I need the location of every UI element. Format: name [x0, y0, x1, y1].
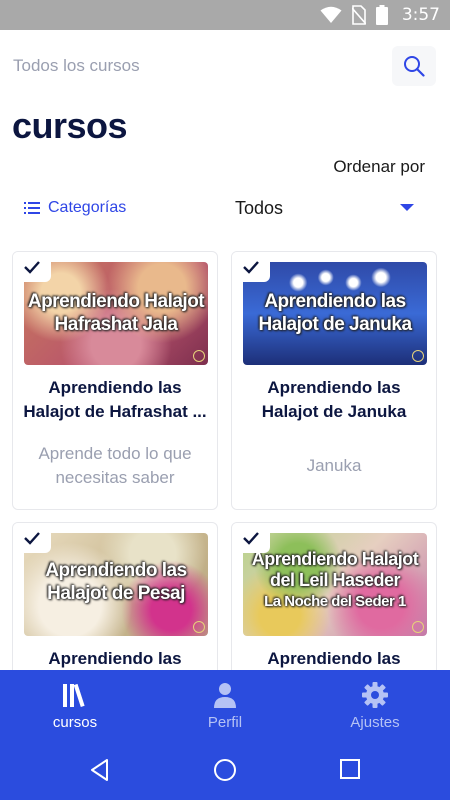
course-thumbnail: Aprendiendo Halajot del Leil Haseder La … [243, 533, 427, 636]
search-button[interactable] [392, 46, 436, 86]
thumb-line: Halajot de Pesaj [47, 583, 185, 604]
thumb-line: Aprendiendo Halajot [251, 549, 419, 569]
nav-label: Perfil [207, 714, 243, 731]
filter-dropdown[interactable]: Todos [235, 196, 420, 220]
course-thumbnail: Aprendiendo las Halajot de Januka [243, 262, 427, 365]
back-icon[interactable] [88, 758, 112, 782]
course-title: Aprendiendo las Halajot de Januka [261, 378, 407, 421]
course-thumbnail: Aprendiendo Halajot Hafrashat Jala [24, 262, 208, 365]
clock-icon [193, 621, 205, 633]
gear-icon [362, 682, 388, 708]
status-icons: 3:57 [320, 4, 440, 26]
system-navigation-bar [0, 740, 450, 800]
status-bar: 3:57 [0, 0, 450, 30]
course-card[interactable]: Aprendiendo Halajot Hafrashat Jala Apren… [12, 251, 218, 510]
all-courses-label[interactable]: Todos los cursos [13, 56, 140, 76]
course-description: Aprende todo lo que necesitas saber [38, 444, 192, 487]
nav-label: cursos [52, 714, 98, 731]
thumb-line: Aprendiendo las [264, 291, 406, 312]
wifi-icon [320, 6, 342, 23]
nav-item-ajustes[interactable]: Ajustes [300, 670, 450, 740]
sort-by-label: Ordenar por [333, 157, 425, 176]
checkmark-icon [232, 252, 270, 282]
top-header: Todos los cursos [0, 30, 450, 102]
nav-item-perfil[interactable]: Perfil [150, 670, 300, 740]
clock-icon [412, 621, 424, 633]
course-title: Aprendiendo las [267, 649, 401, 668]
course-title: Aprendiendo las Halajot de Hafrashat ... [23, 378, 207, 421]
search-icon [404, 56, 425, 77]
thumb-line: Hafrashat Jala [54, 314, 178, 335]
list-icon [24, 202, 40, 214]
nav-item-cursos[interactable]: cursos [0, 670, 150, 740]
course-description: Januka [306, 456, 362, 475]
clock-icon [412, 350, 424, 362]
categories-button[interactable]: Categorías [24, 197, 126, 219]
home-icon[interactable] [213, 758, 237, 782]
checkmark-icon [13, 252, 51, 282]
course-thumbnail: Aprendiendo las Halajot de Pesaj [24, 533, 208, 636]
battery-icon [375, 5, 388, 25]
checkmark-icon [232, 523, 270, 553]
checkmark-icon [13, 523, 51, 553]
thumb-line: Halajot de Januka [258, 314, 412, 335]
status-time: 3:57 [401, 5, 440, 25]
course-title: Aprendiendo las [48, 649, 182, 668]
nav-label: Ajustes [350, 714, 400, 731]
recents-icon[interactable] [339, 758, 361, 780]
thumb-line: Aprendiendo Halajot [27, 291, 205, 312]
course-card[interactable]: Aprendiendo las Halajot de Januka Aprend… [231, 251, 437, 510]
clock-icon [193, 350, 205, 362]
person-icon [214, 683, 236, 708]
bottom-navigation: cursos Perfil Ajustes [0, 670, 450, 740]
categories-label: Categorías [48, 199, 127, 216]
no-sim-icon [351, 5, 366, 25]
thumb-line: Aprendiendo las [45, 560, 187, 581]
thumb-line: La Noche del Seder 1 [264, 593, 406, 610]
chevron-down-icon [400, 204, 414, 211]
page-title: cursos [12, 105, 128, 146]
books-icon [63, 683, 85, 708]
filter-selected-value: Todos [235, 198, 284, 218]
thumb-line: del Leil Haseder [269, 570, 401, 590]
